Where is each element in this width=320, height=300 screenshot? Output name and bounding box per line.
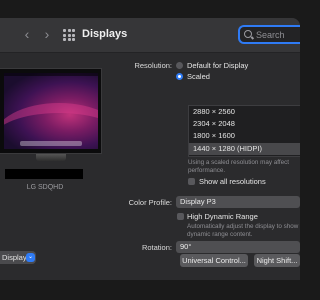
hdr-note: Automatically adjust the display to show… [187, 223, 299, 238]
hdr-label: High Dynamic Range [187, 212, 258, 221]
resolution-row[interactable]: 1800 × 1600 [189, 130, 300, 142]
search-icon [244, 30, 252, 38]
color-profile-label: Color Profile: [128, 198, 172, 207]
dock-strip [20, 141, 82, 146]
color-profile-popup[interactable]: Display P3 [176, 196, 300, 208]
option-default-label: Default for Display [187, 61, 249, 70]
show-all-resolutions-label: Show all resolutions [199, 177, 266, 186]
monitor-name: LG SDQHD [26, 184, 64, 191]
scaled-performance-note: Using a scaled resolution may affect per… [188, 159, 290, 174]
resolution-row-selected[interactable]: 1440 × 1280 (HIDPI) [189, 143, 300, 155]
show-all-resolutions-checkbox[interactable] [188, 178, 195, 185]
resolution-label: Resolution: [134, 61, 172, 70]
night-shift-button[interactable]: Night Shift... [254, 254, 300, 267]
show-all-grid-icon[interactable] [63, 29, 75, 41]
option-scaled-label: Scaled [187, 72, 210, 81]
search-input[interactable] [256, 28, 300, 42]
search-field[interactable] [238, 25, 300, 44]
chevron-down-icon: ⌄ [26, 253, 35, 262]
universal-control-button[interactable]: Universal Control... [180, 254, 248, 267]
desktop-wallpaper [4, 73, 98, 149]
display-popup[interactable]: Display ⌄ [0, 251, 36, 264]
preferences-window: ‹ › Displays LG SDQHD Display ⌄ Resoluti… [0, 18, 300, 280]
back-arrow-icon[interactable]: ‹ [20, 27, 34, 41]
hdr-checkbox[interactable] [177, 213, 184, 220]
title-bar: ‹ › Displays [0, 18, 300, 53]
resolution-list[interactable]: 2880 × 2560 2304 × 2048 1800 × 1600 1440… [188, 105, 300, 157]
menu-bar-strip [4, 73, 98, 76]
radio-default-for-display[interactable] [176, 62, 183, 69]
redacted-block [5, 169, 83, 179]
rotation-popup[interactable]: 90° [176, 241, 300, 253]
window-title: Displays [82, 28, 128, 40]
rotation-label: Rotation: [141, 243, 172, 252]
radio-scaled[interactable] [176, 73, 183, 80]
resolution-row[interactable]: 2880 × 2560 [189, 106, 300, 118]
monitor-stand [36, 154, 66, 161]
resolution-row[interactable]: 2304 × 2048 [189, 118, 300, 130]
forward-arrow-icon[interactable]: › [40, 27, 54, 41]
monitor-preview [0, 68, 102, 154]
display-popup-label: Display [2, 253, 27, 262]
